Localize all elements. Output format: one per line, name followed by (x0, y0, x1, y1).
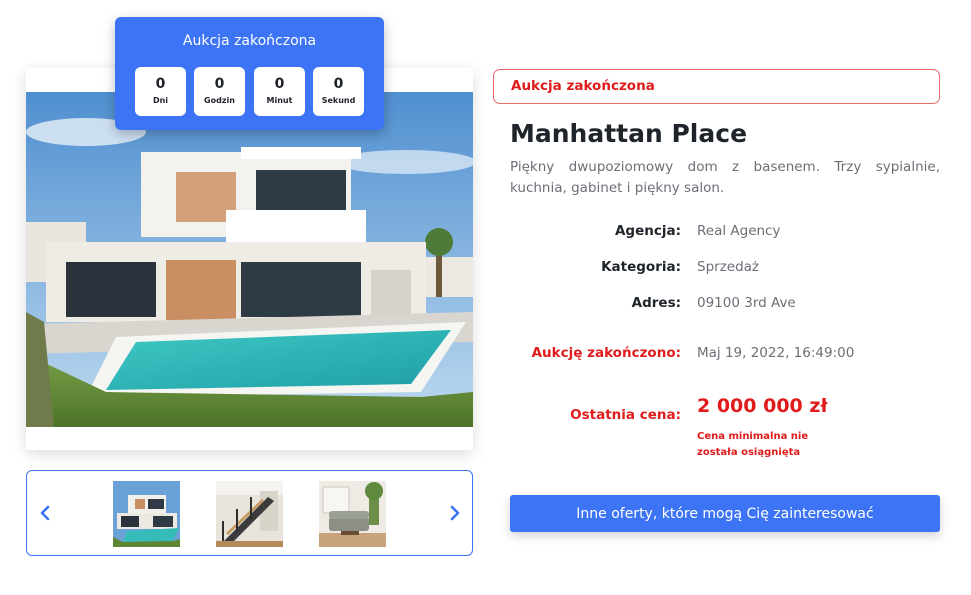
countdown-hours: 0 Godzin (194, 67, 245, 116)
agency-label: Agencja: (614, 223, 681, 239)
auction-ended-label: Aukcję zakończono: (531, 345, 681, 361)
auction-status-banner: Aukcja zakończona (493, 69, 940, 104)
countdown-days-value: 0 (155, 76, 166, 92)
countdown-seconds: 0 Sekund (313, 67, 364, 116)
other-offers-button[interactable]: Inne oferty, które mogą Cię zainteresowa… (510, 495, 940, 532)
auction-countdown: Aukcja zakończona 0 Dni 0 Godzin 0 Minut… (115, 17, 384, 130)
countdown-title: Aukcja zakończona (182, 33, 317, 49)
reserve-not-met-note: Cena minimalna nie została osiągnięta (697, 431, 809, 458)
address-value: 09100 3rd Ave (697, 295, 796, 311)
agency-value: Real Agency (697, 223, 781, 239)
countdown-minutes-value: 0 (274, 76, 285, 92)
main-property-photo[interactable] (26, 92, 473, 427)
address-label: Adres: (631, 295, 681, 311)
thumbnail-carousel (26, 470, 473, 556)
auction-ended-value: Maj 19, 2022, 16:49:00 (697, 345, 855, 361)
countdown-minutes: 0 Minut (254, 67, 305, 116)
chevron-left-icon[interactable] (35, 503, 55, 523)
last-price-value: 2 000 000 zł (697, 395, 828, 417)
thumbnail-living-room[interactable] (319, 481, 386, 547)
countdown-days-label: Dni (152, 96, 169, 105)
countdown-hours-value: 0 (214, 76, 225, 92)
thumbnail-interior-staircase[interactable] (216, 481, 283, 547)
countdown-days: 0 Dni (135, 67, 186, 116)
property-description: Piękny dwupoziomowy dom z basenem. Trzy … (510, 159, 940, 196)
villa-photo-image (26, 92, 473, 427)
chevron-right-icon[interactable] (445, 503, 465, 523)
countdown-seconds-label: Sekund (321, 96, 356, 105)
last-price-label: Ostatnia cena: (570, 407, 681, 423)
property-title: Manhattan Place (510, 119, 748, 148)
countdown-seconds-value: 0 (333, 76, 344, 92)
countdown-hours-label: Godzin (204, 96, 235, 105)
countdown-minutes-label: Minut (266, 96, 293, 105)
thumbnail-villa-exterior[interactable] (113, 481, 180, 547)
category-value: Sprzedaż (697, 259, 760, 275)
category-label: Kategoria: (601, 259, 681, 275)
